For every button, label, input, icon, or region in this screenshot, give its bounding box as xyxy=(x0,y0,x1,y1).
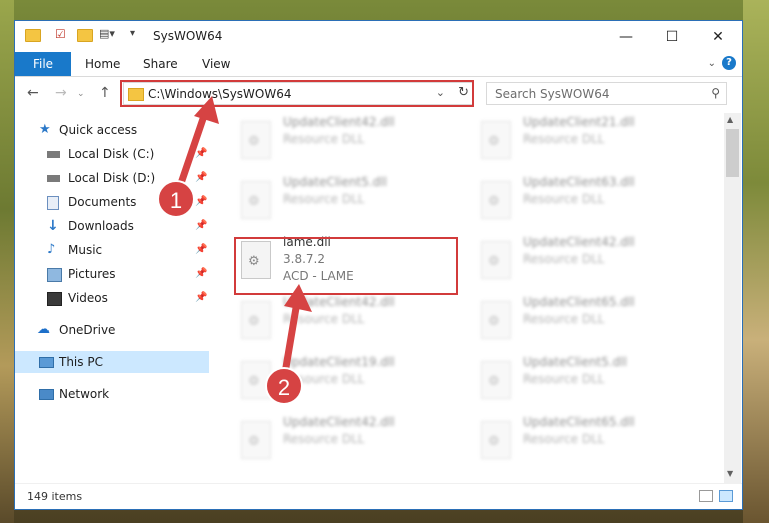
step-1-badge: 1 xyxy=(157,180,195,218)
annotation-arrows xyxy=(172,96,312,389)
step-2-badge: 2 xyxy=(265,367,303,405)
